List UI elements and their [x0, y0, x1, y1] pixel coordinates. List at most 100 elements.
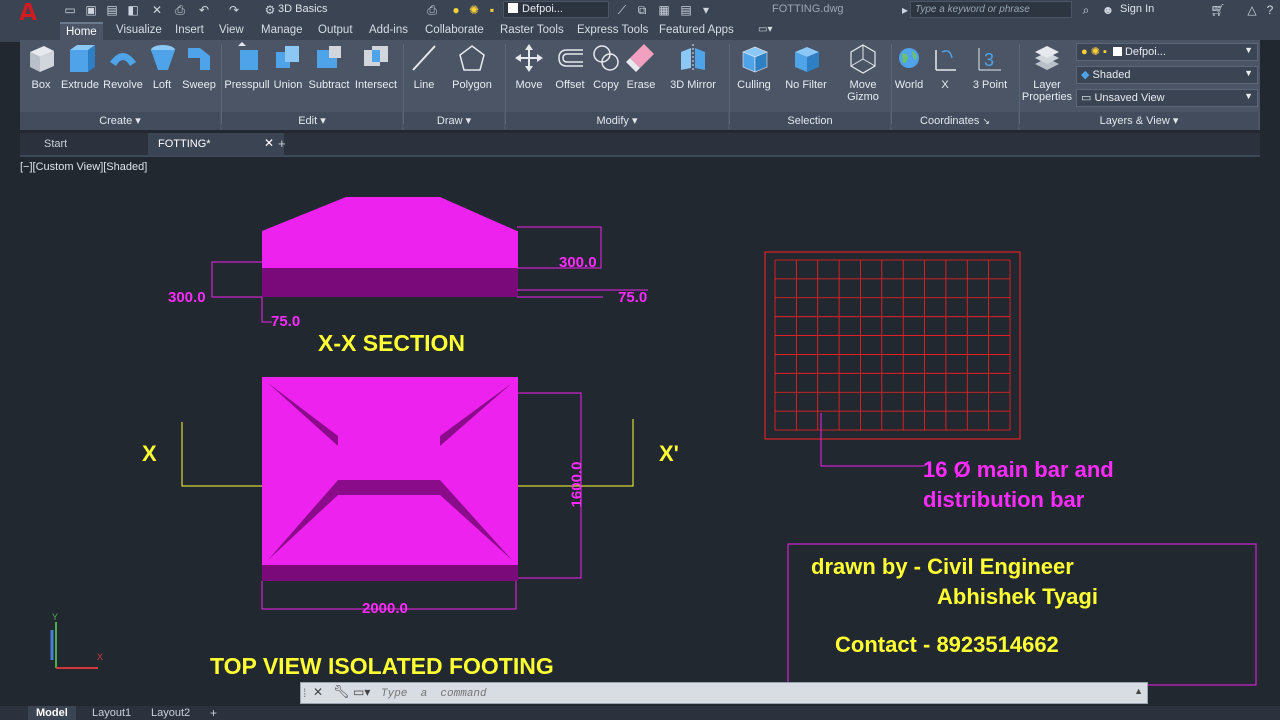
credit-line-2[interactable]: Abhishek Tyagi — [937, 584, 1098, 610]
draw-panel-title[interactable]: Draw ▾ — [404, 112, 504, 130]
create-panel-title[interactable]: Create ▾ — [20, 112, 220, 130]
layer-dropdown[interactable]: ● ✺ ▪ Defpoi... ▼ — [1076, 43, 1258, 61]
dim-75-left[interactable]: 75.0 — [271, 313, 300, 330]
dim-300-left[interactable]: 300.0 — [168, 289, 206, 306]
tab-view[interactable]: View — [213, 22, 250, 40]
save-as-icon[interactable]: ▤ — [104, 2, 120, 18]
presspull-button[interactable]: Presspull — [224, 42, 270, 91]
recent-commands-icon[interactable]: ▭▾ — [353, 685, 370, 699]
web-mobile-icon[interactable]: ◧ — [125, 2, 141, 18]
viewport-controls[interactable]: [−][Custom View][Shaded] — [20, 161, 147, 173]
credit-line-1[interactable]: drawn by - Civil Engineer — [811, 554, 1074, 580]
layer-quick-combo[interactable]: Defpoi... — [503, 1, 609, 18]
command-line-grip-icon[interactable]: ⁞ — [303, 686, 306, 700]
subtract-button[interactable]: Subtract — [308, 42, 350, 91]
add-layout-plus-icon[interactable]: + — [202, 706, 225, 720]
tab-express-tools[interactable]: Express Tools — [571, 22, 654, 40]
extrude-button[interactable]: Extrude — [60, 42, 100, 91]
offset-button[interactable]: Offset — [552, 42, 588, 91]
match-properties-icon[interactable]: ⟋ — [614, 2, 630, 18]
layer-freeze-sun-icon[interactable]: ✺ — [466, 2, 482, 18]
culling-button[interactable]: Culling — [734, 42, 774, 91]
copy-button[interactable]: Copy — [590, 42, 622, 91]
tab-insert[interactable]: Insert — [169, 22, 210, 40]
visual-style-dropdown[interactable]: ◆ Shaded ▼ — [1076, 66, 1258, 84]
redo-icon[interactable]: ↷ — [226, 2, 242, 18]
sweep-button[interactable]: Sweep — [180, 42, 218, 91]
layer-lock-icon[interactable]: ▪ — [484, 2, 500, 18]
tab-start[interactable]: Start — [34, 133, 134, 155]
coordinates-panel-title[interactable]: Coordinates ↘ — [892, 112, 1018, 130]
layer-on-bulb-icon[interactable]: ● — [448, 2, 464, 18]
help-icon[interactable]: ? — [1262, 2, 1278, 18]
modify-panel-title[interactable]: Modify ▾ — [506, 112, 728, 130]
no-filter-button[interactable]: No Filter — [782, 42, 830, 91]
tab-layout2[interactable]: Layout2 — [143, 706, 198, 720]
move-button[interactable]: Move — [512, 42, 546, 91]
command-input[interactable] — [381, 686, 1121, 701]
tab-visualize[interactable]: Visualize — [110, 22, 168, 40]
line-button[interactable]: Line — [408, 42, 440, 91]
close-file-icon[interactable]: ✕ — [149, 2, 165, 18]
dim-1600[interactable]: 1600.0 — [568, 462, 585, 508]
customize-quick-access-icon[interactable]: ▾ — [698, 2, 714, 18]
open-folder-icon[interactable]: ▭ — [62, 2, 78, 18]
tab-collaborate[interactable]: Collaborate — [419, 22, 490, 40]
search-input[interactable]: Type a keyword or phrase — [910, 1, 1072, 18]
rebar-note-line-1[interactable]: 16 Ø main bar and — [923, 457, 1114, 483]
tab-fotting-drawing[interactable]: FOTTING* ✕ — [148, 133, 284, 155]
contact-text[interactable]: Contact - 8923514662 — [835, 632, 1059, 658]
section-marker-x-prime[interactable]: X' — [659, 441, 679, 467]
rebar-note-line-2[interactable]: distribution bar — [923, 487, 1084, 513]
tab-manage[interactable]: Manage — [255, 22, 309, 40]
3-point-ucs-button[interactable]: 3 3 Point — [968, 42, 1012, 91]
intersect-button[interactable]: Intersect — [354, 42, 398, 91]
print-icon[interactable]: ⎙ — [172, 2, 188, 18]
3d-mirror-button[interactable]: 3D Mirror — [666, 42, 720, 91]
polygon-button[interactable]: Polygon — [450, 42, 494, 91]
edit-panel-title[interactable]: Edit ▾ — [222, 112, 402, 130]
move-gizmo-button[interactable]: Move Gizmo — [840, 42, 886, 103]
named-view-dropdown[interactable]: ▭ Unsaved View ▼ — [1076, 89, 1258, 107]
x-axis-button[interactable]: X — [930, 42, 960, 91]
dim-2000[interactable]: 2000.0 — [362, 600, 408, 617]
layer-isolate-icon[interactable]: ▤ — [678, 2, 694, 18]
section-title[interactable]: X-X SECTION — [318, 330, 465, 357]
autodesk-a360-icon[interactable]: △ — [1244, 2, 1260, 18]
tab-output[interactable]: Output — [312, 22, 359, 40]
dim-300-right[interactable]: 300.0 — [559, 254, 597, 271]
box-button[interactable]: Box — [24, 42, 58, 91]
layer-properties-button[interactable]: Layer Properties — [1020, 42, 1074, 103]
dim-75-right[interactable]: 75.0 — [618, 289, 647, 306]
close-command-line-icon[interactable]: ✕ — [313, 685, 323, 699]
layers-view-panel-title[interactable]: Layers & View ▾ — [1020, 112, 1258, 130]
undo-icon[interactable]: ↶ — [196, 2, 212, 18]
tab-model[interactable]: Model — [28, 706, 76, 720]
workspace-switcher[interactable]: 3D Basics — [278, 3, 328, 15]
plot-icon[interactable]: ⎙ — [424, 2, 440, 18]
tab-raster-tools[interactable]: Raster Tools — [494, 22, 570, 40]
customize-wrench-icon[interactable]: 🔧︎ — [333, 684, 350, 700]
union-button[interactable]: Union — [272, 42, 304, 91]
erase-button[interactable]: Erase — [625, 42, 657, 91]
cart-icon[interactable]: 🛒︎ — [1210, 2, 1226, 18]
command-history-chevron-icon[interactable]: ▲ — [1134, 686, 1143, 696]
tab-layout1[interactable]: Layout1 — [84, 706, 139, 720]
tab-home[interactable]: Home — [60, 22, 103, 40]
layer-state-icon[interactable]: ▦ — [656, 2, 672, 18]
revolve-button[interactable]: Revolve — [102, 42, 144, 91]
tab-featured-apps[interactable]: Featured Apps — [653, 22, 740, 40]
loft-button[interactable]: Loft — [148, 42, 176, 91]
ribbon-minimize-icon[interactable]: ▭▾ — [752, 22, 778, 40]
search-binoculars-icon[interactable]: ⌕ — [1078, 2, 1094, 18]
section-marker-x[interactable]: X — [142, 441, 157, 467]
sign-in-link[interactable]: Sign In — [1120, 3, 1154, 15]
top-view-title[interactable]: TOP VIEW ISOLATED FOOTING — [210, 653, 554, 680]
layer-previous-icon[interactable]: ⧉ — [634, 2, 650, 18]
user-icon[interactable]: ☻ — [1100, 2, 1116, 18]
selection-panel-title[interactable]: Selection — [730, 112, 890, 130]
new-tab-plus-icon[interactable]: + — [268, 133, 296, 155]
world-ucs-button[interactable]: World — [892, 42, 926, 91]
workspace-gear-icon[interactable]: ⚙ — [262, 2, 278, 18]
tab-add-ins[interactable]: Add-ins — [363, 22, 414, 40]
